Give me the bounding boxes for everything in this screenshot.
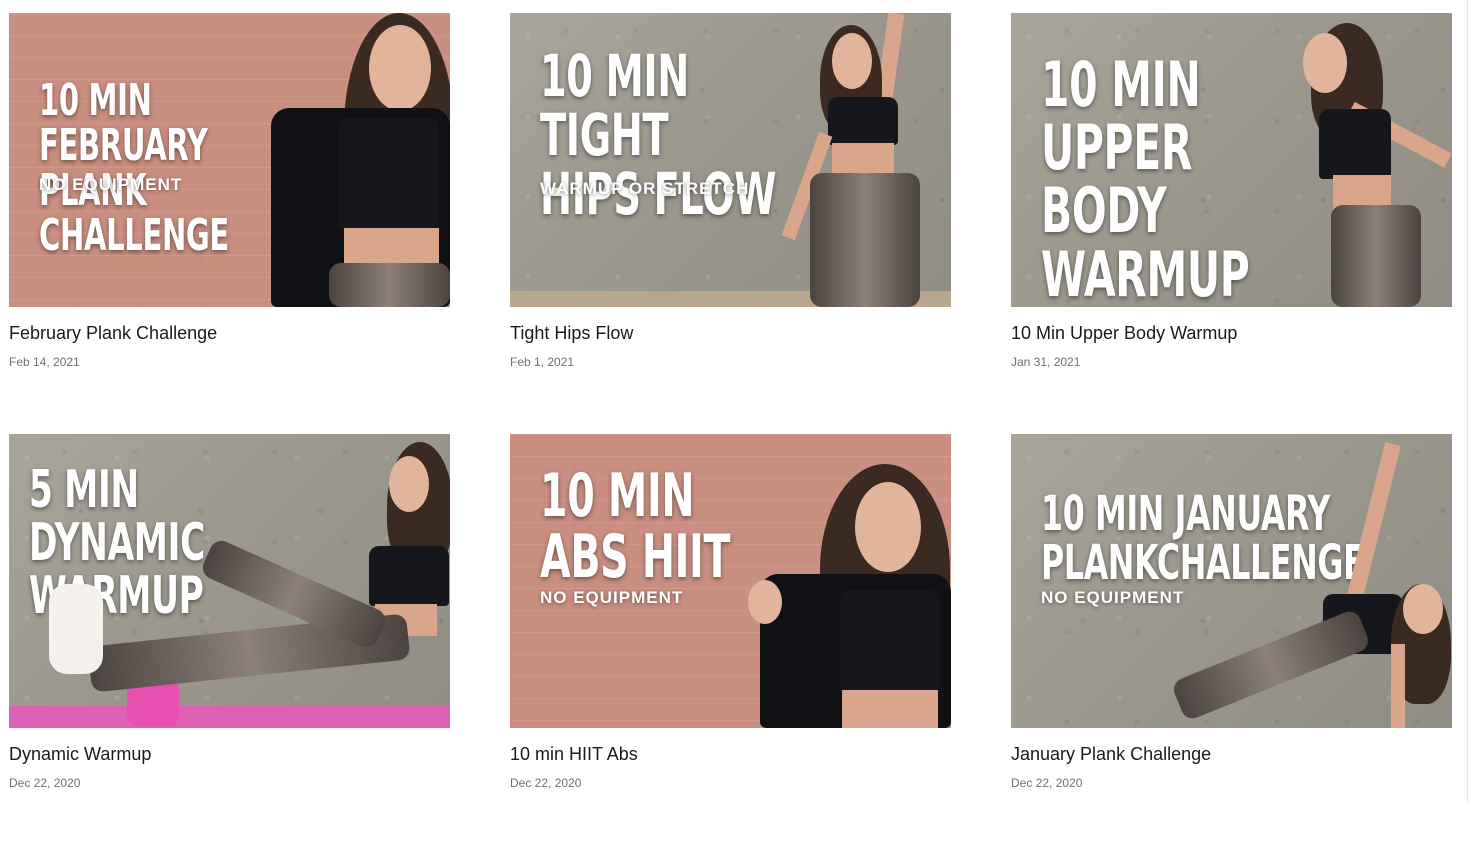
- post-date: Dec 22, 2020: [1011, 776, 1083, 790]
- post-title[interactable]: Dynamic Warmup: [9, 742, 450, 766]
- thumbnail-subline: WARMUP OR STRETCH: [540, 179, 750, 198]
- thumbnail-headline: 10 MIN ABS HIIT: [540, 461, 731, 593]
- post-title[interactable]: Tight Hips Flow: [510, 321, 951, 345]
- yoga-mat: [9, 706, 450, 728]
- page-right-divider: [1467, 0, 1468, 804]
- thumbnail-headline: 10 MIN UPPER BODY WARMUP: [1041, 48, 1250, 307]
- thumbnail-subline: NO EQUIPMENT: [39, 175, 183, 194]
- blog-post-grid: 10 MIN FEBRUARY PLANK CHALLENGE NO EQUIP…: [9, 13, 1452, 855]
- post-date: Jan 31, 2021: [1011, 355, 1081, 369]
- post-card-january-plank-challenge[interactable]: 10 MIN JANUARY PLANKCHALLENGE NO EQUIPME…: [1011, 434, 1452, 855]
- post-title[interactable]: January Plank Challenge: [1011, 742, 1452, 766]
- post-card-february-plank-challenge[interactable]: 10 MIN FEBRUARY PLANK CHALLENGE NO EQUIP…: [9, 13, 450, 434]
- post-title[interactable]: February Plank Challenge: [9, 321, 450, 345]
- post-card-upper-body-warmup[interactable]: 10 MIN UPPER BODY WARMUP 10 Min Upper Bo…: [1011, 13, 1452, 434]
- post-date: Feb 14, 2021: [9, 355, 80, 369]
- post-card-tight-hips-flow[interactable]: 10 MIN TIGHT HIPS FLOW WARMUP OR STRETCH…: [510, 13, 951, 434]
- thumbnail-subline: NO EQUIPMENT: [1041, 588, 1185, 607]
- thumbnail-subline: NO EQUIPMENT: [540, 588, 684, 607]
- post-thumbnail[interactable]: 5 MIN DYNAMIC WARMUP: [9, 434, 450, 728]
- post-card-hiit-abs[interactable]: 10 MIN ABS HIIT NO EQUIPMENT 10 min HIIT…: [510, 434, 951, 855]
- post-thumbnail[interactable]: 10 MIN FEBRUARY PLANK CHALLENGE NO EQUIP…: [9, 13, 450, 307]
- post-thumbnail[interactable]: 10 MIN UPPER BODY WARMUP: [1011, 13, 1452, 307]
- post-thumbnail[interactable]: 10 MIN JANUARY PLANKCHALLENGE NO EQUIPME…: [1011, 434, 1452, 728]
- post-title[interactable]: 10 min HIIT Abs: [510, 742, 951, 766]
- post-thumbnail[interactable]: 10 MIN TIGHT HIPS FLOW WARMUP OR STRETCH: [510, 13, 951, 307]
- post-thumbnail[interactable]: 10 MIN ABS HIIT NO EQUIPMENT: [510, 434, 951, 728]
- thumbnail-headline: 10 MIN FEBRUARY PLANK CHALLENGE: [39, 75, 229, 261]
- post-title[interactable]: 10 Min Upper Body Warmup: [1011, 321, 1452, 345]
- post-date: Dec 22, 2020: [510, 776, 582, 790]
- thumbnail-headline: 10 MIN JANUARY PLANKCHALLENGE: [1041, 486, 1365, 591]
- post-card-dynamic-warmup[interactable]: 5 MIN DYNAMIC WARMUP Dynamic Warmup Dec …: [9, 434, 450, 855]
- post-date: Dec 22, 2020: [9, 776, 81, 790]
- post-date: Feb 1, 2021: [510, 355, 575, 369]
